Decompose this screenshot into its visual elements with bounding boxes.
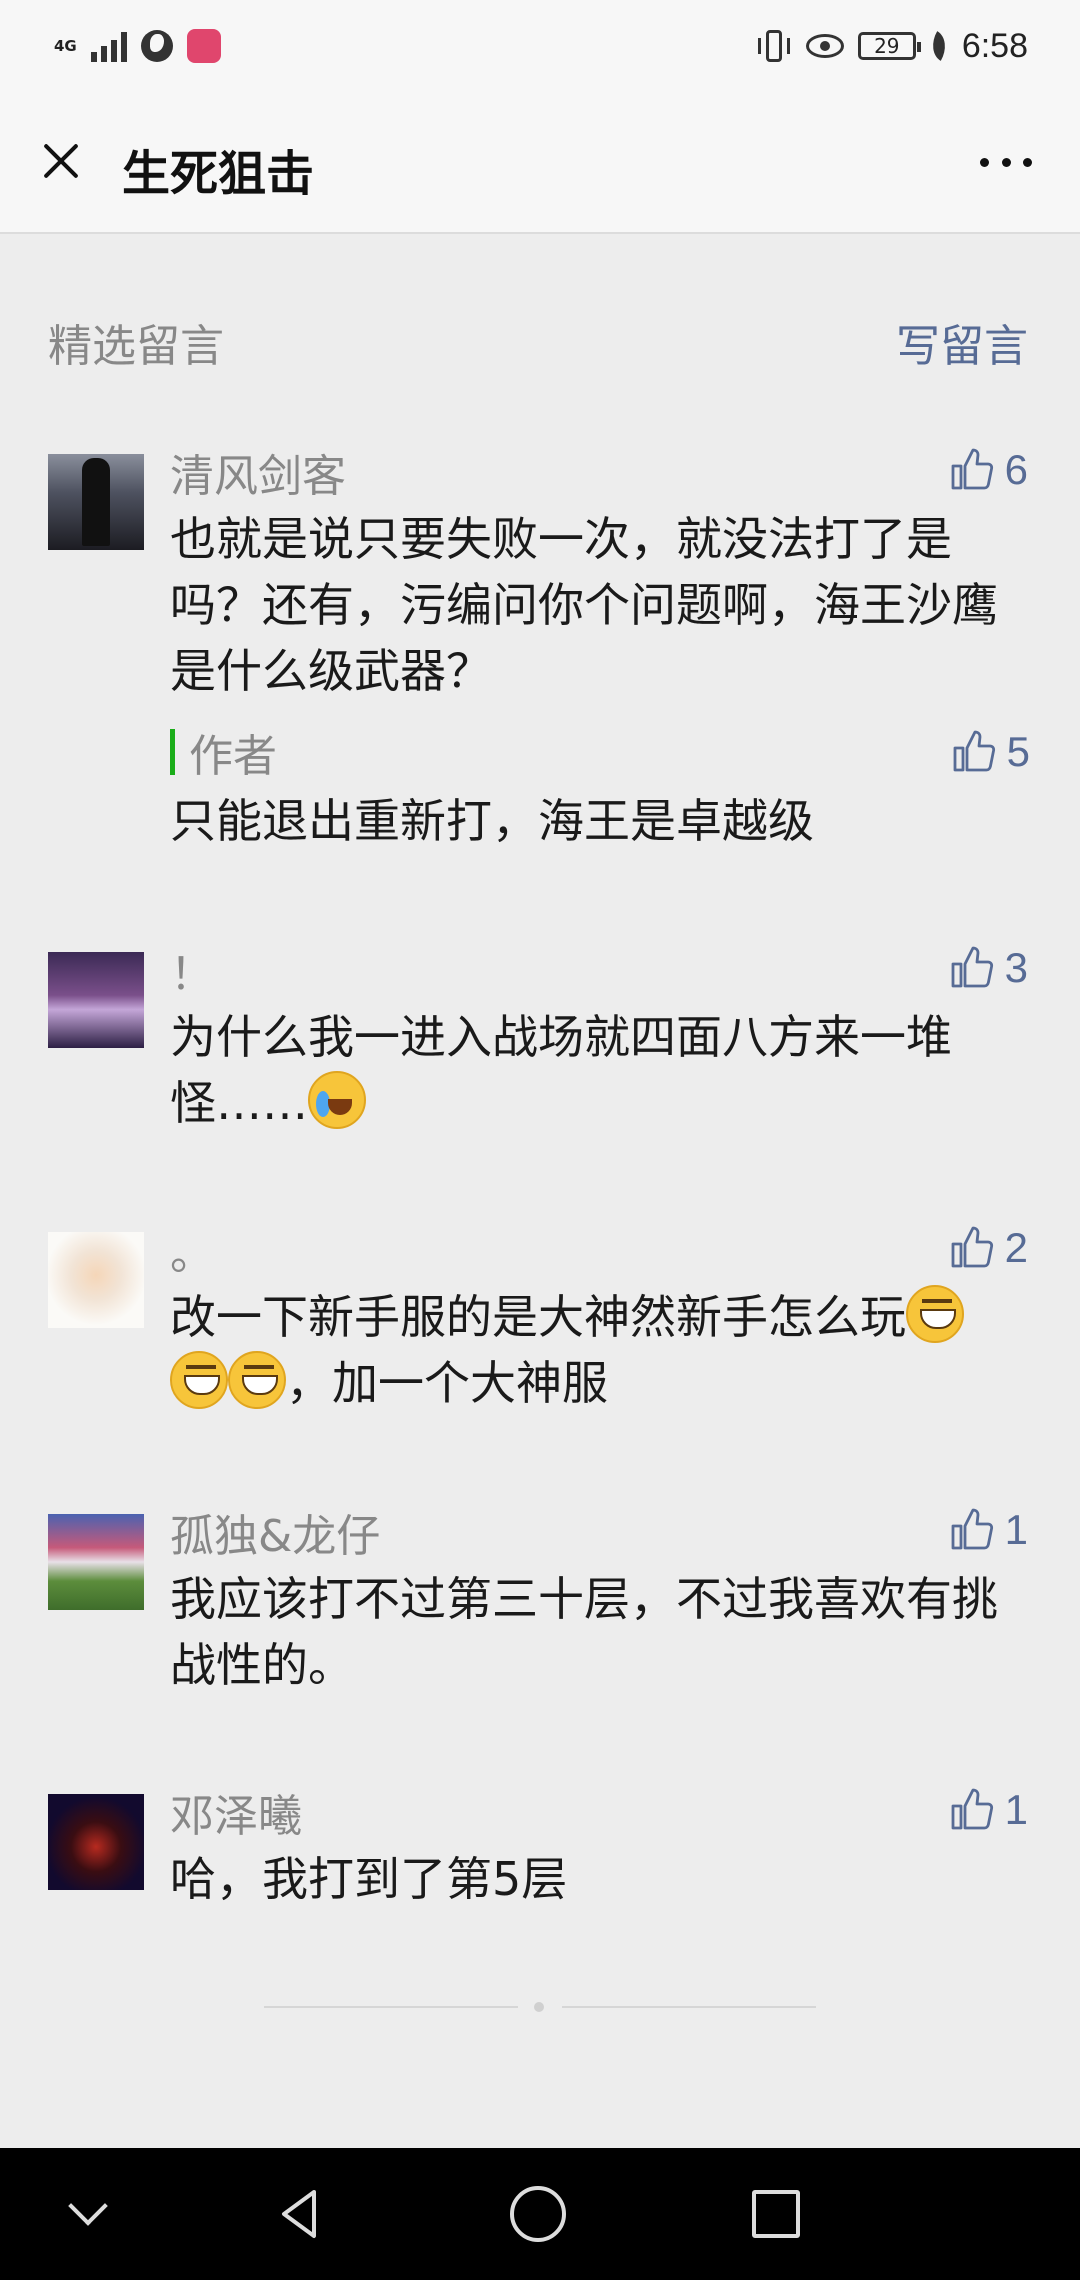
reply-like-button[interactable]: 5 <box>949 722 1030 782</box>
status-bar: 4G 29 6:58 <box>0 0 1080 92</box>
power-saving-icon <box>925 31 953 61</box>
like-count: 1 <box>1004 1506 1028 1553</box>
end-of-list-divider <box>264 2000 816 2012</box>
write-comment-link[interactable]: 写留言 <box>896 310 1028 374</box>
grin-emoji-icon <box>228 1351 286 1409</box>
like-button[interactable]: 1 <box>947 1780 1028 1840</box>
signal-icon <box>90 30 127 62</box>
app-notification-icon <box>186 29 221 63</box>
system-nav-bar <box>0 2148 1080 2280</box>
grin-emoji-icon <box>170 1351 228 1409</box>
comment-text: 也就是说只要失败一次，就没法打了是吗？还有，污编问你个问题啊，海王沙鹰是什么级武… <box>170 512 998 698</box>
comment-item: 。 2 改一下新手服的是大神然新手怎么玩，加一个大神服 <box>0 1218 1080 1458</box>
avatar[interactable] <box>48 1514 144 1610</box>
more-options-icon[interactable] <box>972 142 1040 182</box>
home-icon[interactable] <box>510 2186 566 2242</box>
like-count: 6 <box>1004 446 1028 493</box>
commenter-name: ！ <box>170 949 214 1000</box>
comment-item: 邓泽曦 1 哈，我打到了第5层 <box>0 1780 1080 1960</box>
like-count: 5 <box>1006 728 1030 775</box>
thumbs-up-icon <box>951 1788 993 1830</box>
title-bar: 生死狙击 <box>0 92 1080 234</box>
comment-item: ！ 3 为什么我一进入战场就四面八方来一堆怪…… <box>0 938 1080 1178</box>
commenter-name: 清风剑客 <box>170 451 346 502</box>
avatar[interactable] <box>48 952 144 1048</box>
thumbs-up-icon <box>953 730 995 772</box>
clock: 6:58 <box>961 26 1028 65</box>
commenter-name: 邓泽曦 <box>170 1791 302 1842</box>
like-count: 1 <box>1004 1786 1028 1833</box>
like-count: 3 <box>1004 944 1028 991</box>
thumbs-up-icon <box>951 1226 993 1268</box>
grin-emoji-icon <box>906 1285 964 1343</box>
comment-text: 改一下新手服的是大神然新手怎么玩，加一个大神服 <box>170 1284 1020 1416</box>
battery-icon: 29 <box>857 32 921 60</box>
avatar[interactable] <box>48 1232 144 1328</box>
like-button[interactable]: 2 <box>947 1218 1028 1278</box>
thumbs-up-icon <box>951 1508 993 1550</box>
recent-apps-icon[interactable] <box>752 2190 800 2238</box>
commenter-name: 。 <box>170 1229 214 1280</box>
commenter-name: 孤独&龙仔 <box>170 1511 381 1562</box>
comment-text: 我应该打不过第三十层，不过我喜欢有挑战性的。 <box>170 1572 998 1692</box>
globe-icon <box>140 30 173 62</box>
close-icon[interactable] <box>30 130 92 192</box>
network-type: 4G <box>54 37 77 55</box>
reply-text: 只能退出重新打，海王是卓越级 <box>170 794 814 848</box>
reply-author-label: 作者 <box>170 722 277 782</box>
like-button[interactable]: 6 <box>947 440 1028 500</box>
eye-comfort-icon <box>805 34 844 58</box>
thumbs-up-icon <box>951 946 993 988</box>
comment-item: 清风剑客 6 也就是说只要失败一次，就没法打了是吗？还有，污编问你个问题啊，海王… <box>0 440 1080 880</box>
hide-keyboard-icon[interactable] <box>60 2184 120 2244</box>
avatar[interactable] <box>48 1794 144 1890</box>
page-title: 生死狙击 <box>122 146 315 202</box>
back-icon[interactable] <box>270 2184 330 2244</box>
vibrate-icon <box>756 30 792 62</box>
like-button[interactable]: 3 <box>947 938 1028 998</box>
cry-laugh-emoji-icon <box>308 1071 366 1129</box>
comment-text: 为什么我一进入战场就四面八方来一堆怪…… <box>170 1010 952 1130</box>
comment-text: 哈，我打到了第5层 <box>170 1852 568 1906</box>
avatar[interactable] <box>48 454 144 550</box>
thumbs-up-icon <box>951 448 993 490</box>
like-button[interactable]: 1 <box>947 1500 1028 1560</box>
featured-comments-label: 精选留言 <box>48 321 224 372</box>
comment-item: 孤独&龙仔 1 我应该打不过第三十层，不过我喜欢有挑战性的。 <box>0 1500 1080 1740</box>
like-count: 2 <box>1004 1224 1028 1271</box>
